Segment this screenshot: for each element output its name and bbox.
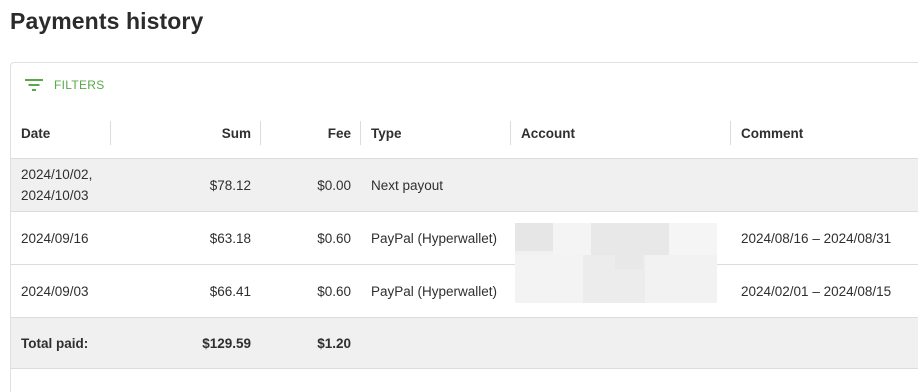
total-empty-type: [361, 317, 511, 369]
column-header-date[interactable]: Date: [11, 109, 111, 159]
column-header-account[interactable]: Account: [511, 109, 731, 159]
total-empty-account: [511, 317, 731, 369]
table-row-next-payout: 2024/10/02, 2024/10/03 $78.12 $0.00 Next…: [11, 158, 918, 212]
total-empty-comment: [731, 317, 918, 369]
cell-sum: $63.18: [111, 211, 261, 265]
table-row-total: Total paid: $129.59 $1.20: [11, 317, 918, 369]
cell-date: 2024/10/02, 2024/10/03: [11, 158, 111, 212]
cell-fee: $0.60: [261, 211, 361, 265]
filters-button[interactable]: FILTERS: [25, 76, 105, 94]
column-header-fee[interactable]: Fee: [261, 109, 361, 159]
total-label: Total paid:: [11, 317, 111, 369]
page-title: Payments history: [10, 8, 204, 34]
cell-date: 2024/09/16: [11, 211, 111, 265]
column-header-comment[interactable]: Comment: [731, 109, 918, 159]
column-header-sum[interactable]: Sum: [111, 109, 261, 159]
filters-label: FILTERS: [54, 78, 105, 92]
cell-comment: 2024/02/01 – 2024/08/15: [731, 264, 918, 318]
payments-table: Date Sum Fee Type Account Comment 2024/1…: [11, 109, 918, 369]
table-row: 2024/09/03 $66.41 $0.60 PayPal (Hyperwal…: [11, 255, 918, 318]
payments-panel: FILTERS Date Sum Fee Type Account Commen…: [10, 62, 918, 392]
cell-account: [511, 158, 731, 212]
cell-type: PayPal (Hyperwallet): [361, 211, 511, 265]
cell-comment: [731, 158, 918, 212]
cell-sum: $78.12: [111, 158, 261, 212]
redacted-account: [515, 255, 717, 303]
total-fee: $1.20: [261, 317, 361, 369]
cell-comment: 2024/08/16 – 2024/08/31: [731, 211, 918, 265]
cell-account: [511, 255, 731, 318]
cell-fee: $0.00: [261, 158, 361, 212]
filter-list-icon: [25, 79, 43, 91]
cell-fee: $0.60: [261, 264, 361, 318]
column-header-type[interactable]: Type: [361, 109, 511, 159]
cell-date: 2024/09/03: [11, 264, 111, 318]
table-header-row: Date Sum Fee Type Account Comment: [11, 109, 918, 159]
total-sum: $129.59: [111, 317, 261, 369]
cell-sum: $66.41: [111, 264, 261, 318]
cell-type: PayPal (Hyperwallet): [361, 264, 511, 318]
cell-type: Next payout: [361, 158, 511, 212]
table-row: 2024/09/16 $63.18 $0.60 PayPal (Hyperwal…: [11, 211, 918, 265]
